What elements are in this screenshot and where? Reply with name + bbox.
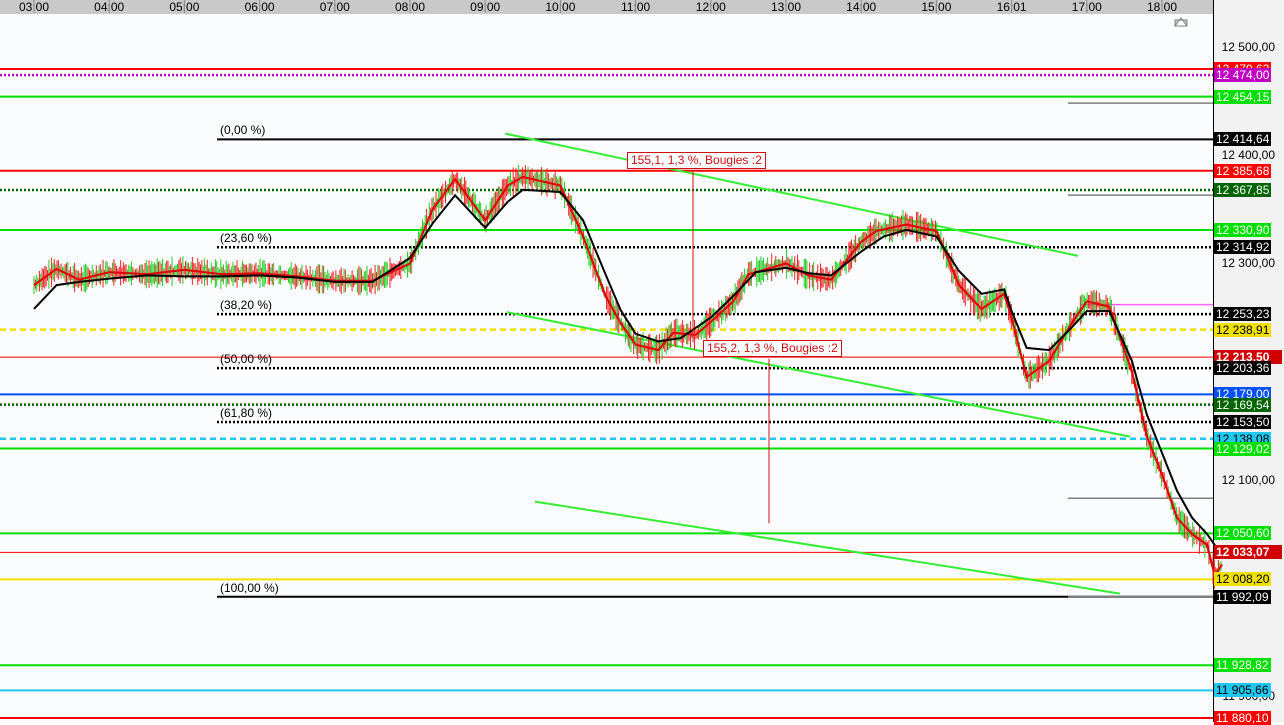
price-level-tag: 12 314,92 xyxy=(1214,240,1272,255)
slow-moving-average-line xyxy=(33,188,1224,557)
fibonacci-level-label: (0,00 %) xyxy=(220,123,266,138)
price-level-tag: 12 008,20 xyxy=(1214,572,1272,587)
chart-svg xyxy=(0,0,1224,719)
price-level-tag: 12 153,50 xyxy=(1214,415,1272,430)
price-level-tag: 12 414,64 xyxy=(1214,132,1272,147)
price-level-tag: 12 169,54 xyxy=(1214,397,1272,412)
price-level-tag: 12 238,91 xyxy=(1214,322,1272,337)
price-level-tag: 11 880,10 xyxy=(1214,711,1271,725)
home-icon xyxy=(1174,17,1188,27)
fibonacci-level-label: (38,20 %) xyxy=(220,298,273,313)
price-level-tag: 11 992,09 xyxy=(1214,589,1271,604)
measurement-annotation[interactable]: 155,1, 1,3 %, Bougies :2 xyxy=(627,151,766,169)
price-level-tag: 12 330,90 xyxy=(1214,223,1272,237)
price-level-tag: 11 928,82 xyxy=(1214,658,1271,673)
price-level-tag: 12 385,68 xyxy=(1214,163,1272,178)
price-level-tag: 12 050,60 xyxy=(1214,526,1272,541)
price-level-tag: 12 474,00 xyxy=(1214,68,1272,83)
price-level-tag: 12 129,02 xyxy=(1214,441,1272,456)
price-level-tag: 12 033,07 xyxy=(1214,545,1282,560)
fibonacci-level-label: (23,60 %) xyxy=(220,231,273,246)
price-level-tag: 12 367,85 xyxy=(1214,183,1272,197)
price-level-tag: 11 905,66 xyxy=(1214,683,1271,698)
fibonacci-level-label: (61,80 %) xyxy=(220,406,273,421)
measurement-annotation[interactable]: 155,2, 1,3 %, Bougies :2 xyxy=(703,339,842,357)
price-level-tag: 12 203,36 xyxy=(1214,361,1272,376)
price-level-tag: 12 454,15 xyxy=(1214,89,1272,104)
fibonacci-level-label: (100,00 %) xyxy=(220,580,279,595)
fibonacci-level-label: (50,00 %) xyxy=(220,352,273,367)
price-level-tag: 12 253,23 xyxy=(1214,307,1272,322)
